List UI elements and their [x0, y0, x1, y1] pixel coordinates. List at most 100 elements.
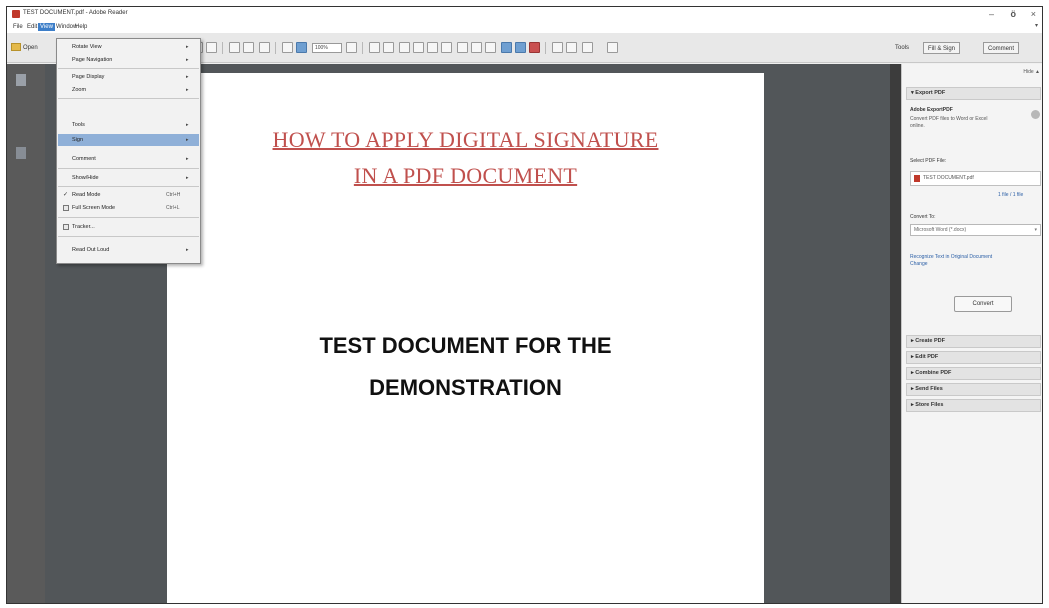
menu-item-page-navigation[interactable]: Page Navigation ▸: [58, 54, 199, 66]
menu-file[interactable]: File: [11, 23, 25, 31]
chevron-right-icon: ▸: [186, 137, 189, 143]
hide-pane-link[interactable]: Hide ▲: [1023, 69, 1040, 75]
section-store-files-label: Store Files: [915, 402, 944, 408]
menu-item-tracker[interactable]: Tracker...: [58, 221, 199, 233]
section-combine-pdf[interactable]: ▸ Combine PDF: [906, 367, 1041, 380]
zoom-out-icon[interactable]: [282, 42, 293, 53]
tools-pane-button[interactable]: Tools: [891, 42, 913, 54]
zoom-in-icon[interactable]: [296, 42, 307, 53]
chevron-right-icon: ▸: [186, 74, 189, 80]
folder-icon: [11, 43, 21, 52]
toolbar-divider: [222, 42, 223, 54]
scroll-icon[interactable]: [413, 42, 424, 53]
section-create-pdf[interactable]: ▸ Create PDF: [906, 335, 1041, 348]
minimize-button[interactable]: –: [989, 8, 994, 20]
convert-button[interactable]: Convert: [954, 296, 1012, 312]
recognize-text-line: Recognize Text in Original Document: [910, 254, 993, 260]
menu-item-page-display[interactable]: Page Display ▸: [58, 71, 199, 83]
chevron-right-icon: ▸: [186, 247, 189, 253]
info-icon[interactable]: [1031, 110, 1040, 119]
page-number-field[interactable]: [259, 42, 270, 53]
checkmark-icon: ✓: [63, 192, 69, 198]
menu-item-label: Read Mode: [72, 192, 101, 198]
maximize-button[interactable]: ö: [1011, 8, 1017, 20]
menu-item-read-mode[interactable]: ✓ Read Mode Ctrl+H: [58, 189, 199, 201]
menu-item-zoom[interactable]: Zoom ▸: [58, 84, 199, 96]
section-store-files[interactable]: ▸ Store Files: [906, 399, 1041, 412]
menu-item-label: Tools: [72, 122, 85, 128]
next-page-icon[interactable]: [243, 42, 254, 53]
menu-item-label: Tracker...: [72, 224, 95, 230]
pdf-export-icon[interactable]: [529, 42, 540, 53]
previous-page-icon[interactable]: [229, 42, 240, 53]
convert-to-label: Convert To:: [910, 214, 936, 220]
section-send-files-label: Send Files: [915, 386, 943, 392]
window-title: TEST DOCUMENT.pdf - Adobe Reader: [23, 10, 128, 16]
document-heading-line1: HOW TO APPLY DIGITAL SIGNATURE: [272, 127, 659, 152]
menu-item-label: Sign: [72, 137, 84, 143]
convert-to-select[interactable]: Microsoft Word (*.docx) ▾: [910, 224, 1041, 236]
open-label: Open: [23, 45, 38, 51]
menu-item-sign[interactable]: Sign ▸: [58, 134, 199, 146]
document-title-line1: TEST DOCUMENT FOR THE: [319, 333, 612, 358]
menu-item-show-hide[interactable]: Show/Hide ▸: [58, 172, 199, 184]
chevron-right-icon: ▸: [186, 87, 189, 93]
tracker-icon: [63, 224, 69, 230]
select-change-link[interactable]: 1 file / 1 file: [998, 192, 1023, 198]
highlight-icon[interactable]: [457, 42, 468, 53]
pdf-file-icon: [914, 175, 920, 182]
settings-icon[interactable]: [607, 42, 618, 53]
two-page-icon[interactable]: [399, 42, 410, 53]
menu-item-comment[interactable]: Comment ▸: [58, 153, 199, 165]
adobe-reader-icon: [12, 10, 20, 18]
hand-tool-icon[interactable]: [427, 42, 438, 53]
zoom-level-select[interactable]: 100%: [312, 43, 342, 53]
fit-width-icon[interactable]: [369, 42, 380, 53]
menu-separator: [58, 68, 199, 69]
menu-item-read-out-loud[interactable]: Read Out Loud ▸: [58, 244, 199, 256]
fill-sign-pane-button[interactable]: Fill & Sign: [923, 42, 961, 54]
menu-bar: File Edit View Window Help ▾: [7, 21, 1042, 33]
create-pdf-icon[interactable]: [552, 42, 563, 53]
email-icon[interactable]: [206, 42, 217, 53]
section-export-pdf[interactable]: ▾ Export PDF: [906, 87, 1041, 100]
share-icon[interactable]: [566, 42, 577, 53]
menu-separator: [58, 186, 199, 187]
signature-icon[interactable]: [515, 42, 526, 53]
chevron-right-icon: ▸: [186, 44, 189, 50]
menu-item-tools[interactable]: Tools ▸: [58, 119, 199, 131]
fit-page-icon[interactable]: [346, 42, 357, 53]
menu-view[interactable]: View: [38, 23, 55, 31]
close-button[interactable]: ×: [1031, 8, 1036, 20]
menu-separator: [58, 98, 199, 99]
document-heading-line2: IN A PDF DOCUMENT: [353, 163, 578, 188]
page-thumbnails-icon[interactable]: [16, 74, 26, 86]
sticky-note-icon[interactable]: [471, 42, 482, 53]
menu-item-rotate-view[interactable]: Rotate View ▸: [58, 41, 199, 53]
stamp-icon[interactable]: [485, 42, 496, 53]
selected-file-name: TEST DOCUMENT.pdf: [923, 175, 974, 181]
vertical-scrollbar[interactable]: [890, 64, 901, 603]
section-send-files[interactable]: ▸ Send Files: [906, 383, 1041, 396]
expand-icon[interactable]: [582, 42, 593, 53]
document-title-line2: DEMONSTRATION: [369, 375, 562, 400]
menu-separator: [58, 168, 199, 169]
comment-icon[interactable]: [501, 42, 512, 53]
section-combine-pdf-label: Combine PDF: [915, 370, 952, 376]
chevron-right-icon: ▸: [186, 122, 189, 128]
comment-pane-button[interactable]: Comment: [983, 42, 1020, 54]
attachments-icon[interactable]: [16, 147, 26, 159]
select-tool-icon[interactable]: [441, 42, 452, 53]
open-button[interactable]: Open: [11, 42, 38, 54]
chevron-down-icon[interactable]: ▾: [1035, 22, 1038, 29]
selected-file-field[interactable]: TEST DOCUMENT.pdf: [910, 171, 1041, 186]
section-export-pdf-label: Export PDF: [915, 90, 946, 96]
section-edit-pdf[interactable]: ▸ Edit PDF: [906, 351, 1041, 364]
title-bar: TEST DOCUMENT.pdf - Adobe Reader – ö ×: [7, 7, 1042, 21]
menu-help[interactable]: Help: [73, 23, 89, 31]
menu-item-full-screen-mode[interactable]: Full Screen Mode Ctrl+L: [58, 202, 199, 214]
single-page-icon[interactable]: [383, 42, 394, 53]
convert-to-value: Microsoft Word (*.docx): [914, 227, 967, 233]
section-create-pdf-label: Create PDF: [915, 338, 945, 344]
recognize-change-link[interactable]: Change: [910, 261, 928, 267]
